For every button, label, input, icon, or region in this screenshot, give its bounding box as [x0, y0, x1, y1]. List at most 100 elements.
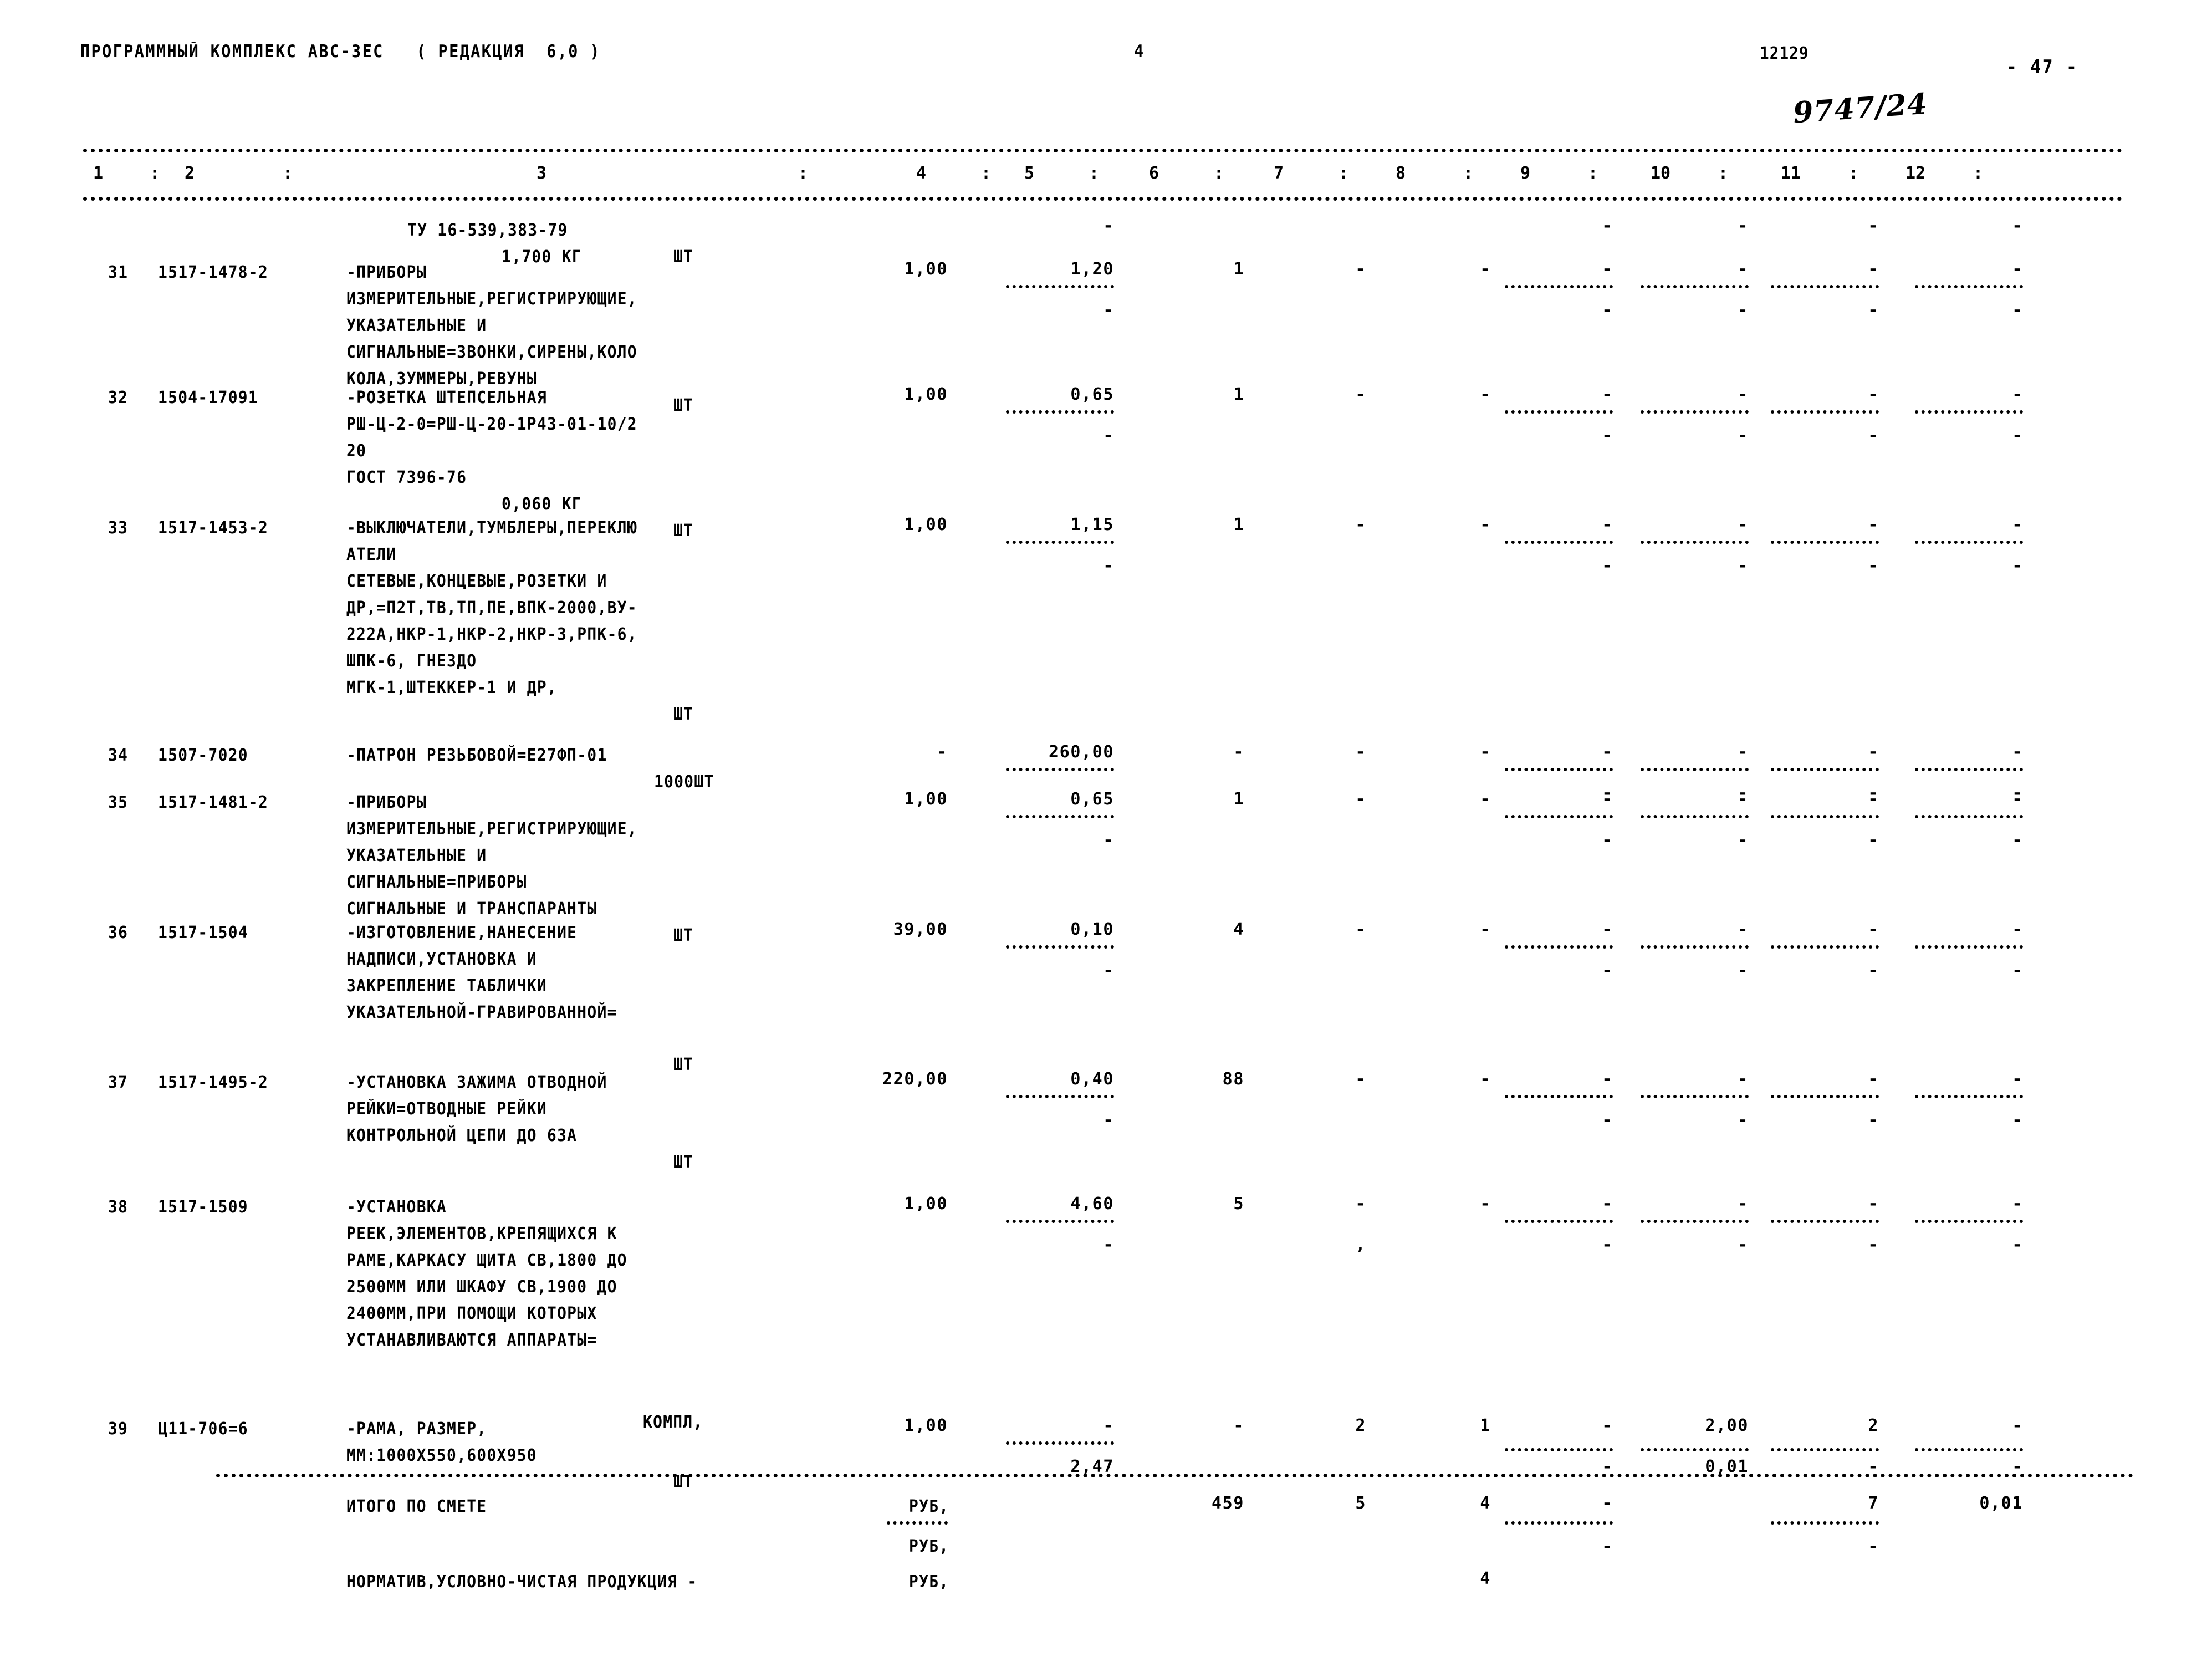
- row-description-continuation: 0,060 КГ: [502, 495, 582, 514]
- row-description-continuation: ДР,=П2Т,ТВ,ТП,ПЕ,ВПК-2000,ВУ-: [346, 598, 637, 618]
- cell-c10: -: [1738, 515, 1749, 534]
- cell-c7: -: [1355, 385, 1366, 404]
- cell-c5: -: [1103, 1416, 1114, 1435]
- row-number: 34: [108, 746, 129, 765]
- subrule-c10: [1641, 768, 1749, 771]
- subrule-c11: [1771, 1220, 1879, 1223]
- cell-c7: -: [1355, 1069, 1366, 1089]
- unit-label: ШТ: [673, 396, 694, 415]
- column-header-12: 12: [1906, 164, 1926, 183]
- row-description: -УСТАНОВКА: [346, 1198, 447, 1217]
- cell-c5: 1,15: [1070, 515, 1114, 534]
- cell-c10: -: [1738, 385, 1749, 404]
- cell-c11: -: [1868, 216, 1879, 236]
- cell-c7: -: [1355, 259, 1366, 279]
- subrule-c11: [1771, 815, 1879, 818]
- subrule-c12: [1915, 945, 2023, 949]
- row-description-continuation: НАДПИСИ,УСТАНОВКА И: [346, 950, 537, 969]
- cell-c11: -: [1868, 385, 1879, 404]
- row-description-continuation: РШ-Ц-2-0=РШ-Ц-20-1Р43-01-10/2: [346, 415, 637, 434]
- row-description-continuation: УКАЗАТЕЛЬНЫЕ И: [346, 316, 487, 335]
- row-description: -ПРИБОРЫ: [346, 793, 427, 812]
- document-code: 12129: [1760, 44, 1809, 63]
- program-title: ПРОГРАММНЫЙ КОМПЛЕКС АВС-ЗЕС ( РЕДАКЦИЯ …: [80, 42, 601, 62]
- row-description-continuation: СИГНАЛЬНЫЕ=ЗВОНКИ,СИРЕНЫ,КОЛО: [346, 343, 637, 362]
- subcell-sub9: -: [1602, 556, 1613, 575]
- subrule-c9: [1505, 1220, 1613, 1223]
- subrule-c12: [1915, 815, 2023, 818]
- sheet-number: - 47 -: [2006, 56, 2078, 78]
- subrule-c10: [1641, 1448, 1749, 1451]
- column-header-2: 2: [185, 164, 195, 183]
- cell-c12: -: [2012, 742, 2023, 762]
- column-separator-9: :: [1588, 164, 1598, 183]
- cell-c12: -: [2012, 1416, 2023, 1435]
- column-header-7: 7: [1274, 164, 1284, 183]
- subcell-col5: -: [1103, 830, 1114, 850]
- row-code: 1517-1453-2: [158, 518, 269, 538]
- totals-subrule-col4: [887, 1521, 948, 1525]
- totals-subcell-col9: -: [1602, 1537, 1613, 1556]
- column-separator-8: :: [1463, 164, 1474, 183]
- row-description-continuation: РАМЕ,КАРКАСУ ЩИТА СВ,1800 ДО: [346, 1251, 627, 1270]
- row-description-continuation: СИГНАЛЬНЫЕ=ПРИБОРЫ: [346, 873, 527, 892]
- row-description: -ИЗГОТОВЛЕНИЕ,НАНЕСЕНИЕ: [346, 923, 578, 942]
- column-header-8: 8: [1396, 164, 1406, 183]
- subcell-col5: -: [1103, 961, 1114, 980]
- document-page: ПРОГРАММНЫЙ КОМПЛЕКС АВС-ЗЕС ( РЕДАКЦИЯ …: [0, 0, 2212, 1656]
- page-number: 4: [1134, 42, 1145, 62]
- subcell-sub11: -: [1868, 1235, 1879, 1255]
- subrule-c9: [1505, 768, 1613, 771]
- subrule-c12: [1915, 768, 2023, 771]
- subcell-col5: -: [1103, 300, 1114, 320]
- cell-c12: -: [2012, 385, 2023, 404]
- cell-c4: -: [937, 742, 948, 762]
- totals-unit: РУБ,: [909, 1497, 949, 1516]
- cell-c4: 220,00: [882, 1069, 948, 1089]
- totals-c11: 7: [1868, 1494, 1879, 1513]
- cell-c4: 1,00: [904, 515, 948, 534]
- cell-c7: -: [1355, 1194, 1366, 1214]
- normative-label: НОРМАТИВ,УСЛОВНО-ЧИСТАЯ ПРОДУКЦИЯ -: [346, 1572, 698, 1592]
- column-header-10: 10: [1651, 164, 1671, 183]
- cell-c7: -: [1355, 742, 1366, 762]
- subrule-c9: [1505, 410, 1613, 414]
- cell-c11: -: [1868, 259, 1879, 279]
- row-number: 33: [108, 518, 129, 538]
- normative-unit: РУБ,: [909, 1572, 949, 1592]
- cell-c5: 0,40: [1070, 1069, 1114, 1089]
- row-description-continuation: ШПК-6, ГНЕЗДО: [346, 651, 477, 671]
- subcell-sub10: -: [1738, 1110, 1749, 1130]
- row-description-continuation: СИГНАЛЬНЫЕ И ТРАНСПАРАНТЫ: [346, 899, 597, 919]
- cell-c10: -: [1738, 216, 1749, 236]
- row-description-continuation: СЕТЕВЫЕ,КОНЦЕВЫЕ,РОЗЕТКИ И: [346, 572, 607, 591]
- unit-label: ШТ: [673, 1055, 694, 1074]
- cell-c12: -: [2012, 216, 2023, 236]
- unit-label: ШТ: [673, 521, 694, 541]
- subcell-col5: -: [1103, 1110, 1114, 1130]
- subcell-sub11: -: [1868, 426, 1879, 445]
- subcell-sub11: -: [1868, 1110, 1879, 1130]
- cell-c4: 1,00: [904, 1416, 948, 1435]
- cell-c12: -: [2012, 920, 2023, 939]
- subrule-col5: [1006, 410, 1114, 414]
- subcell-sub12: -: [2012, 1457, 2023, 1476]
- subcell-sub9: -: [1602, 300, 1613, 320]
- row-description: -УСТАНОВКА ЗАЖИМА ОТВОДНОЙ: [346, 1073, 607, 1092]
- subrule-c10: [1641, 945, 1749, 949]
- column-separator-4: :: [981, 164, 992, 183]
- subrule-c12: [1915, 410, 2023, 414]
- column-header-6: 6: [1149, 164, 1159, 183]
- subrule-col5: [1006, 1095, 1114, 1098]
- cell-c9: -: [1602, 385, 1613, 404]
- cell-c5: 0,65: [1070, 789, 1114, 809]
- desc-continuation-line: ТУ 16-539,383-79: [407, 221, 568, 240]
- cell-c7: -: [1355, 789, 1366, 809]
- column-separator-1: :: [150, 164, 160, 183]
- subcell-sub9: -: [1602, 1457, 1613, 1476]
- subrule-col5: [1006, 541, 1114, 544]
- cell-c4: 1,00: [904, 385, 948, 404]
- subrule-c11: [1771, 768, 1879, 771]
- subrule-col5: [1006, 1441, 1114, 1445]
- cell-c10: -: [1738, 259, 1749, 279]
